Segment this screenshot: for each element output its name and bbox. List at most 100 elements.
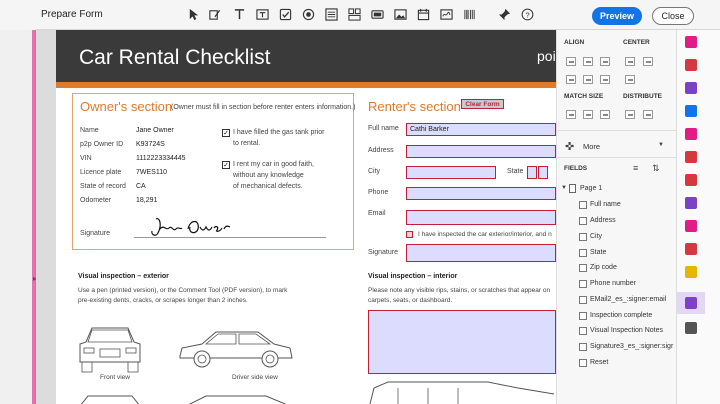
licence-plate-value[interactable]: 7WES110 — [136, 169, 167, 176]
field-state[interactable]: State — [590, 249, 606, 256]
sort-order-icon[interactable]: ⇅ — [652, 163, 660, 174]
field-reset[interactable]: Reset — [590, 359, 608, 366]
align-vertical-center-icon[interactable] — [600, 75, 610, 84]
text-box-icon[interactable] — [255, 7, 270, 22]
text-field-type-icon — [579, 264, 587, 272]
checkbox-icon[interactable] — [278, 7, 293, 22]
distribute-vertical-icon[interactable] — [643, 110, 653, 119]
state-field[interactable] — [527, 166, 537, 179]
state-field-2[interactable] — [538, 166, 548, 179]
panel-divider-2 — [557, 157, 676, 158]
signature-field-icon[interactable] — [439, 7, 454, 22]
edit-tool-icon[interactable] — [207, 7, 222, 22]
distribute-horizontal-icon[interactable] — [625, 110, 635, 119]
more-tools-icon[interactable]: ✜ — [565, 140, 574, 153]
scan-icon[interactable] — [685, 243, 697, 255]
field-full-name[interactable]: Full name — [590, 201, 621, 208]
inspection-complete-checkbox[interactable] — [406, 231, 413, 238]
text-field-type-icon — [579, 233, 587, 241]
car-partial-drawings — [80, 395, 287, 404]
pin-icon[interactable] — [497, 7, 512, 22]
prepare-form-icon[interactable] — [685, 297, 697, 309]
state-of-record-value[interactable]: CA — [136, 183, 146, 190]
city-field[interactable] — [406, 166, 496, 179]
align-left-icon[interactable] — [566, 57, 576, 66]
address-field[interactable] — [406, 145, 556, 158]
text-field-icon[interactable] — [232, 7, 247, 22]
center-horizontal-icon[interactable] — [625, 57, 635, 66]
center-heading: CENTER — [623, 39, 650, 46]
clear-form-button[interactable]: Clear Form — [461, 99, 504, 109]
email-field[interactable] — [406, 210, 556, 225]
protect-icon[interactable] — [685, 82, 697, 94]
field-visual-inspection-notes[interactable]: Visual Inspection Notes — [590, 327, 663, 334]
more-caret-icon[interactable]: ▼ — [658, 142, 664, 148]
phone-label: Phone — [368, 189, 389, 196]
field-city[interactable]: City — [590, 233, 602, 240]
car-interior-drawing — [369, 381, 555, 404]
full-name-field[interactable]: Cathi Barker — [406, 123, 556, 136]
owner-id-label: p2p Owner ID — [80, 141, 124, 148]
align-horizontal-center-icon[interactable] — [583, 75, 593, 84]
preview-button[interactable]: Preview — [592, 7, 642, 25]
help-icon[interactable]: ? — [520, 7, 535, 22]
driver-side-view-label: Driver side view — [232, 374, 278, 381]
field-signature[interactable]: Signature3_es_:signer:sigr — [590, 343, 673, 350]
create-pdf-icon[interactable] — [685, 36, 697, 48]
match-height-icon[interactable] — [583, 110, 593, 119]
image-field-icon[interactable] — [393, 7, 408, 22]
owner-section-title: Owner's section — [80, 99, 173, 114]
gas-tank-checkbox[interactable]: ✓ — [222, 129, 230, 137]
odometer-value[interactable]: 18,291 — [136, 197, 157, 204]
more-menu[interactable]: More — [583, 142, 600, 151]
good-faith-checkbox[interactable]: ✓ — [222, 161, 230, 169]
phone-field[interactable] — [406, 187, 556, 200]
center-both-icon[interactable] — [625, 75, 635, 84]
panel-divider-1 — [557, 130, 676, 131]
front-view-label: Front view — [100, 374, 130, 381]
more-tools-rail-icon[interactable] — [685, 322, 697, 334]
vin-label: VIN — [80, 155, 92, 162]
field-inspection-complete[interactable]: Inspection complete — [590, 312, 652, 319]
button-field-icon[interactable] — [370, 7, 385, 22]
combine-files-icon[interactable] — [685, 151, 697, 163]
banner-stripe — [56, 82, 556, 88]
fill-sign-icon[interactable] — [685, 197, 697, 209]
match-width-icon[interactable] — [566, 110, 576, 119]
document-title: Car Rental Checklist — [79, 46, 271, 69]
owner-signature-label: Signature — [80, 230, 110, 237]
align-right-icon[interactable] — [583, 57, 593, 66]
comment-icon[interactable] — [685, 266, 697, 278]
edit-pdf-icon[interactable] — [685, 128, 697, 140]
radio-button-icon[interactable] — [301, 7, 316, 22]
app-window: Prepare Form ? Preview Close ▸ Car Renta… — [0, 0, 720, 404]
dropdown-icon[interactable] — [347, 7, 362, 22]
barcode-icon[interactable] — [462, 7, 477, 22]
export-pdf-icon[interactable] — [685, 59, 697, 71]
page-collapse-icon[interactable]: ▼ — [561, 185, 567, 191]
field-phone-number[interactable]: Phone number — [590, 280, 636, 287]
vin-value[interactable]: 1112223334445 — [136, 155, 186, 162]
list-box-icon[interactable] — [324, 7, 339, 22]
owner-signature-line — [134, 237, 326, 238]
align-bottom-icon[interactable] — [566, 75, 576, 84]
owner-id-value[interactable]: K93724S — [136, 141, 165, 148]
send-for-signature-icon[interactable] — [685, 220, 697, 232]
field-email[interactable]: EMail2_es_:signer:email — [590, 296, 666, 303]
close-button[interactable]: Close — [652, 7, 694, 25]
center-vertical-icon[interactable] — [643, 57, 653, 66]
page-1-node[interactable]: Page 1 — [580, 185, 602, 192]
renter-signature-field[interactable] — [406, 244, 556, 262]
field-zip-code[interactable]: Zip code — [590, 264, 617, 271]
organize-pages-icon[interactable] — [685, 174, 697, 186]
align-top-icon[interactable] — [600, 57, 610, 66]
sort-fields-icon[interactable]: ≡ — [633, 163, 638, 173]
select-cursor-icon[interactable] — [186, 7, 201, 22]
date-field-icon[interactable] — [416, 7, 431, 22]
good-faith-text-3: of mechanical defects. — [233, 183, 303, 190]
visual-inspection-notes-field[interactable] — [368, 310, 556, 374]
share-icon[interactable] — [685, 105, 697, 117]
match-both-icon[interactable] — [600, 110, 610, 119]
field-address[interactable]: Address — [590, 217, 616, 224]
owner-name-value[interactable]: Jane Owner — [136, 127, 174, 134]
